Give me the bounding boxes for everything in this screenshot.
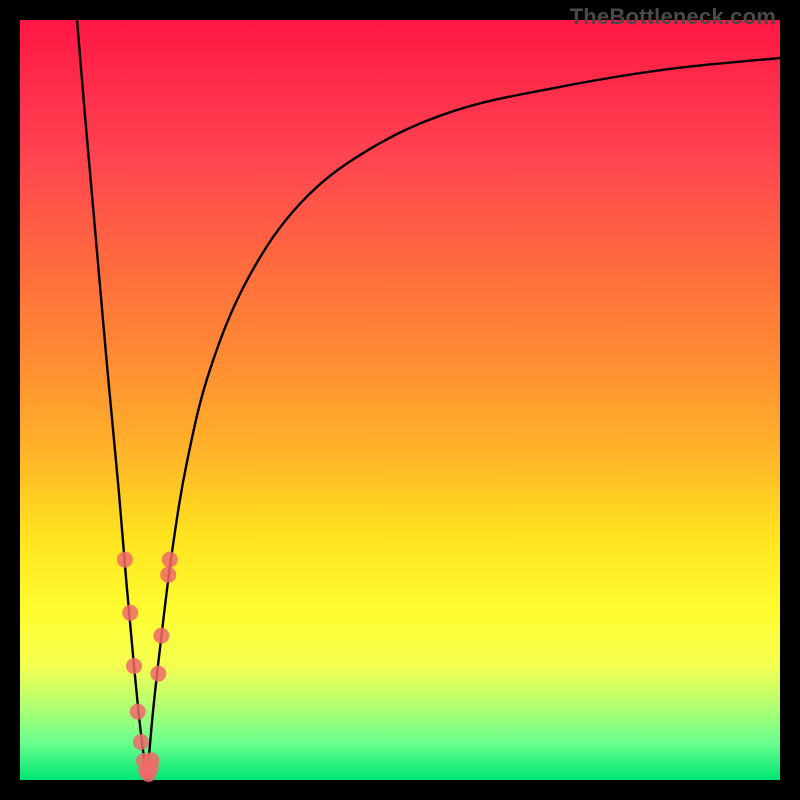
data-marker <box>133 734 149 750</box>
data-marker <box>162 552 178 568</box>
data-marker <box>122 605 138 621</box>
data-marker <box>143 752 159 768</box>
data-marker <box>153 628 169 644</box>
data-marker <box>126 658 142 674</box>
data-marker <box>117 552 133 568</box>
chart-canvas <box>20 20 780 780</box>
data-marker <box>150 666 166 682</box>
data-marker <box>160 567 176 583</box>
data-marker <box>130 704 146 720</box>
curve-right <box>147 58 780 780</box>
